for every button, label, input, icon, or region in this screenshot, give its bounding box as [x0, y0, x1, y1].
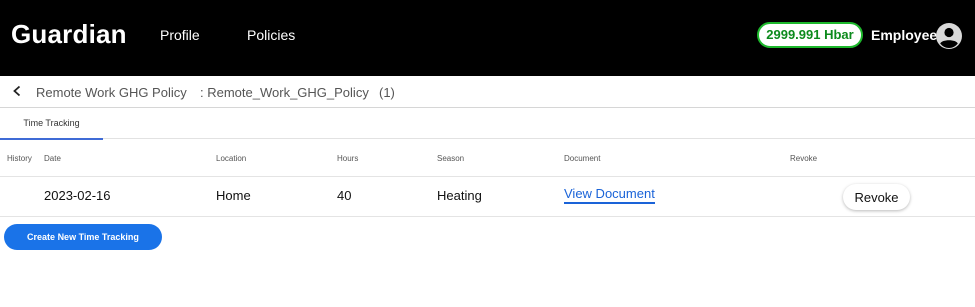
policy-name: Remote Work GHG Policy: [36, 85, 187, 100]
column-header-date: Date: [44, 154, 61, 163]
nav-policies[interactable]: Policies: [247, 27, 295, 43]
cell-season: Heating: [437, 188, 482, 203]
breadcrumb: Remote Work GHG Policy : Remote_Work_GHG…: [0, 76, 975, 108]
policy-id: : Remote_Work_GHG_Policy: [200, 85, 369, 100]
revoke-button[interactable]: Revoke: [843, 184, 910, 210]
top-app-bar: Guardian Profile Policies 2999.991 Hbar …: [0, 0, 975, 76]
brand-logo[interactable]: Guardian: [11, 19, 127, 50]
user-role: Employee: [871, 27, 938, 43]
column-header-revoke: Revoke: [790, 154, 818, 163]
cell-date: 2023-02-16: [44, 188, 111, 203]
column-header-hours: Hours: [337, 154, 359, 163]
column-header-location: Location: [216, 154, 247, 163]
cell-location: Home: [216, 188, 251, 203]
column-header-history: History: [7, 154, 32, 163]
column-header-season: Season: [437, 154, 465, 163]
nav-profile[interactable]: Profile: [160, 27, 200, 43]
record-count: (1): [379, 85, 395, 100]
column-header-document: Document: [564, 154, 601, 163]
tab-bar: Time Tracking: [0, 108, 975, 140]
cell-hours: 40: [337, 188, 352, 203]
account-circle-icon[interactable]: [935, 22, 963, 50]
hbar-balance-badge: 2999.991 Hbar: [757, 22, 863, 48]
create-time-tracking-button[interactable]: Create New Time Tracking: [4, 224, 162, 250]
view-document-link[interactable]: View Document: [564, 186, 655, 204]
table-header: History Date Location Hours Season Docum…: [0, 139, 975, 177]
tab-label: Time Tracking: [23, 118, 80, 128]
table-row: 2023-02-16 Home 40 Heating View Document…: [0, 177, 975, 217]
tab-time-tracking[interactable]: Time Tracking: [0, 108, 103, 140]
chevron-left-icon[interactable]: [10, 84, 24, 98]
